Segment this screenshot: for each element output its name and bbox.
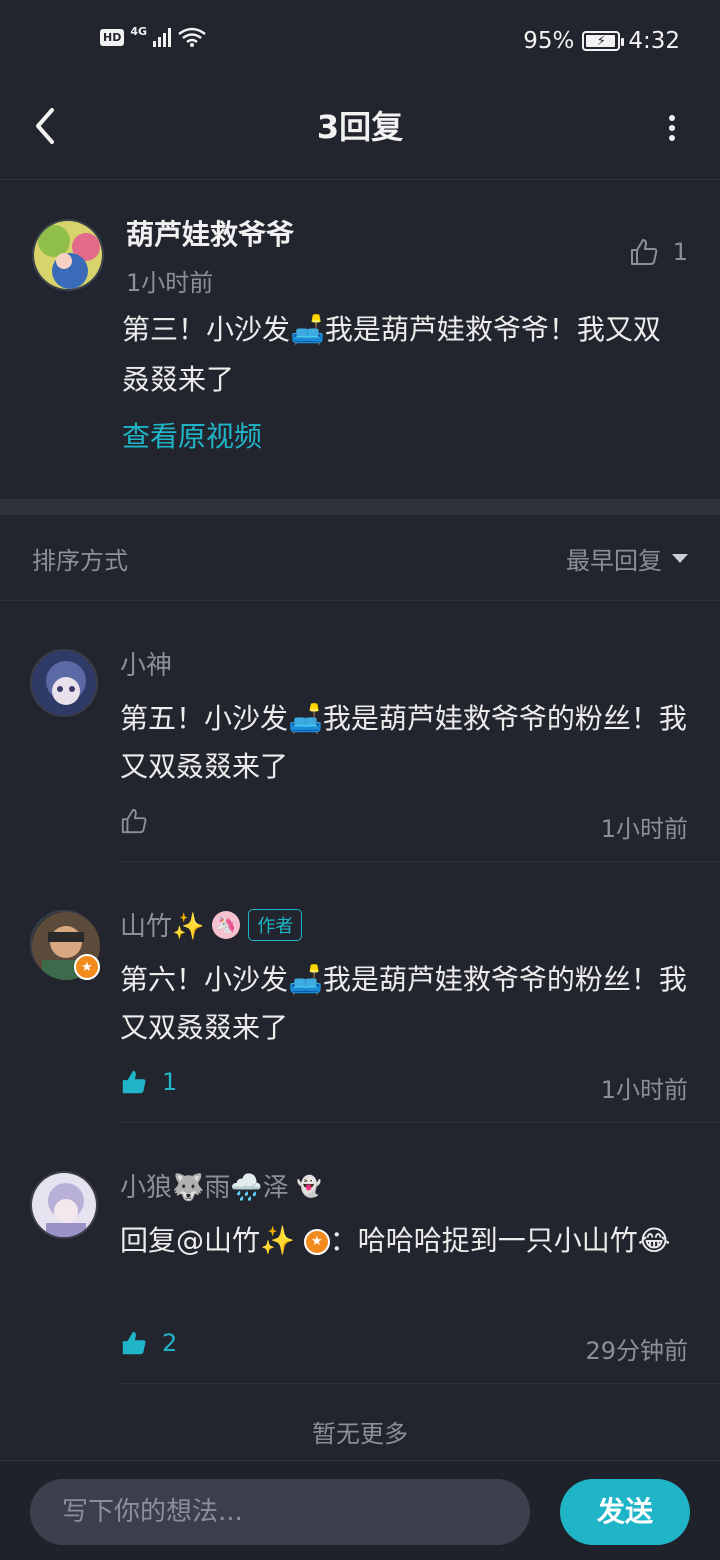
thumbs-up-outline-icon (121, 808, 147, 834)
comment-text: 第三！小沙发🛋️我是葫芦娃救爷爷！我又双叒叕来了 (122, 313, 661, 396)
page-title: 3回复 (316, 108, 404, 146)
divider (120, 1383, 720, 1384)
reply-author[interactable]: 小神 (120, 645, 172, 682)
reply-item: 小狼🐺雨🌧️泽 👻 回复@山竹✨ ★ ：哈哈哈捉到一只小山竹😂 2 29分钟前 (0, 1123, 720, 1384)
main-comment: 葫芦娃救爷爷 1小时前 1 第三！小沙发🛋️我是葫芦娃救爷爷！我又双叒叕来了 查… (0, 181, 720, 499)
thumbs-up-filled-icon (122, 1070, 146, 1094)
reply-text: 第六！小沙发🛋️我是葫芦娃救爷爷的粉丝！我又双叒叕来了 (120, 963, 687, 1044)
battery-icon: ⚡ (582, 31, 625, 51)
nav-bar: 3回复 (0, 84, 720, 180)
sort-row: 排序方式 最早回复 (0, 515, 720, 601)
avatar[interactable] (32, 219, 104, 291)
ghost-badge-icon: 👻 (296, 1173, 322, 1198)
more-options-icon[interactable] (664, 110, 680, 146)
no-more-label: 暂无更多 (312, 1420, 408, 1448)
reply-text: 第五！小沙发🛋️我是葫芦娃救爷爷的粉丝！我又双叒叕来了 (120, 702, 687, 783)
fan-badge-icon: 🦄 (212, 910, 241, 939)
reply-item: 小神 第五！小沙发🛋️我是葫芦娃救爷爷的粉丝！我又双叒叕来了 1小时前 (0, 601, 720, 862)
reply-mention[interactable]: 回复@山竹✨ (120, 1224, 295, 1257)
clock: 4:32 (628, 28, 680, 54)
avatar[interactable] (30, 1171, 98, 1239)
hd-icon: HD (100, 28, 125, 46)
like-button[interactable]: 1 (629, 237, 688, 267)
reply-text: 回复@山竹✨ ★ ：哈哈哈捉到一只小山竹😂 (120, 1224, 671, 1257)
reply-author[interactable]: 小狼🐺雨🌧️泽 👻 (120, 1167, 322, 1204)
network-type: 4G (130, 24, 148, 38)
comment-input[interactable]: 写下你的想法... (30, 1479, 530, 1545)
verified-badge-icon: ★ (303, 1229, 330, 1255)
like-button[interactable] (120, 807, 162, 835)
thumbs-up-filled-icon (122, 1331, 146, 1355)
section-divider (0, 499, 720, 515)
reply-time: 29分钟前 (585, 1337, 688, 1365)
battery-percent: 95% (523, 28, 575, 54)
like-button[interactable]: 1 (120, 1068, 177, 1096)
sort-dropdown[interactable]: 最早回复 (566, 541, 688, 576)
reply-time: 1小时前 (600, 815, 688, 843)
reply-author[interactable]: 山竹✨ 🦄 作者 (120, 906, 303, 943)
sort-value: 最早回复 (566, 547, 662, 575)
wifi-icon (178, 27, 206, 47)
view-original-video-link[interactable]: 查看原视频 (122, 415, 262, 455)
avatar[interactable] (30, 649, 98, 717)
caret-down-icon (672, 554, 688, 563)
reply-time: 1小时前 (600, 1076, 688, 1104)
comment-time: 1小时前 (126, 269, 214, 297)
comment-author[interactable]: 葫芦娃救爷爷 (126, 213, 294, 253)
status-left: HD 4G (100, 24, 207, 48)
thumbs-up-icon (630, 239, 657, 265)
like-count: 2 (162, 1329, 178, 1357)
like-count: 1 (162, 1068, 178, 1096)
like-count: 1 (672, 238, 688, 266)
send-button[interactable]: 发送 (560, 1479, 690, 1545)
verified-badge-icon: ★ (74, 954, 100, 980)
signal-icon (153, 27, 172, 47)
avatar[interactable]: ★ (30, 910, 100, 980)
comment-input-bar: 写下你的想法... 发送 (0, 1460, 720, 1560)
like-button[interactable]: 2 (120, 1329, 177, 1357)
sort-label: 排序方式 (32, 547, 128, 575)
status-right: 95% ⚡ 4:32 (523, 28, 680, 54)
author-tag: 作者 (248, 908, 303, 941)
reply-item: ★ 山竹✨ 🦄 作者 第六！小沙发🛋️我是葫芦娃救爷爷的粉丝！我又双叒叕来了 1… (0, 862, 720, 1123)
status-bar: HD 4G 95% ⚡ 4:32 (0, 0, 720, 84)
